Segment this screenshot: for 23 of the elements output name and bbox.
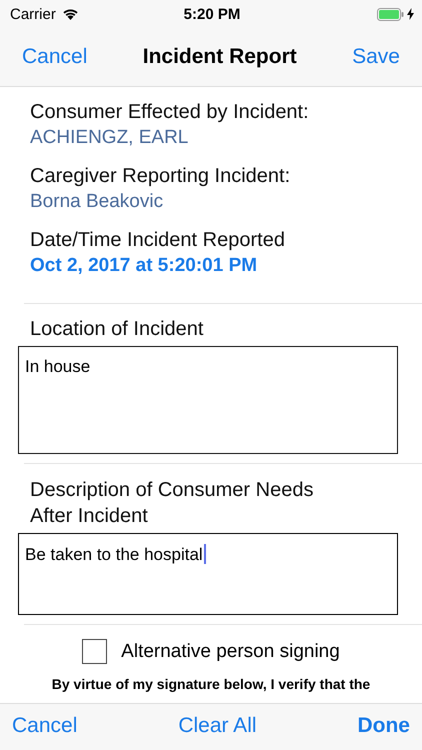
cancel-button[interactable]: Cancel [12, 714, 78, 738]
text-area[interactable]: In house [18, 346, 398, 454]
field-value: Borna Beakovic [30, 190, 164, 214]
date-time-value[interactable]: Oct 2, 2017 at 5:20:01 PM [30, 253, 398, 279]
screen-title: Incident Report [142, 45, 298, 69]
save-button[interactable]: Save [352, 45, 400, 69]
carrier-name: Carrier [10, 6, 56, 22]
cancel-button[interactable]: Cancel [22, 45, 88, 69]
battery-icon [377, 8, 404, 20]
field-label: Location of Incident [30, 317, 204, 342]
field-label: Date/Time Incident Reported [30, 228, 286, 253]
clear-all-button[interactable]: Clear All [178, 714, 257, 738]
field-label: Caregiver Reporting Incident: [30, 164, 292, 189]
text-area[interactable]: Be taken to the hospital [18, 533, 398, 615]
disclaimer-text: By virtue of my signature below, I verify that the [50, 676, 372, 692]
field-label: Description of Consumer Needs After Incident [30, 478, 314, 529]
field-label: Consumer Effected by Incident: [30, 100, 310, 125]
done-button[interactable]: Done [357, 714, 410, 738]
clock-time: 5:20 PM [184, 6, 240, 22]
field-value: ACHIENGZ, EARL [30, 126, 190, 150]
checkbox[interactable] [82, 639, 108, 664]
wifi-icon [62, 8, 79, 20]
checkbox-label: Alternative person signing [121, 640, 340, 662]
